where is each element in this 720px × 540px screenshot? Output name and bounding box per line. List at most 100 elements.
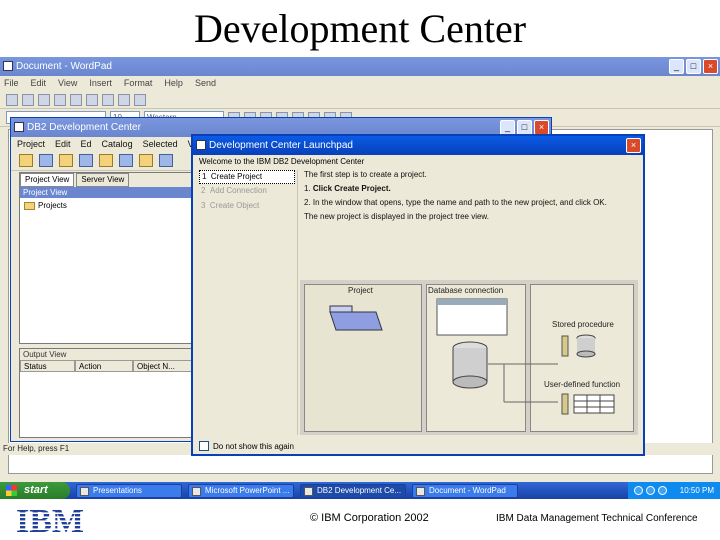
step-create-object[interactable]: 3 Create Object: [199, 200, 295, 214]
close-button[interactable]: ×: [534, 120, 549, 135]
copyright-text: © IBM Corporation 2002: [310, 512, 429, 524]
menu-catalog[interactable]: Catalog: [102, 137, 133, 151]
powerpoint-icon: [192, 486, 201, 496]
instruction-1-text: Click Create Project.: [312, 184, 391, 193]
ibm-logo-text: IBM: [16, 503, 84, 536]
database-cylinder-icon: [452, 341, 488, 389]
output-pane: Output View Status Action Object N...: [19, 348, 194, 438]
screenshot: Document - WordPad _ □ × File Edit View …: [0, 57, 720, 499]
wordpad-titlebar[interactable]: Document - WordPad _ □ ×: [0, 57, 720, 76]
step-label: Add Connection: [209, 186, 267, 195]
launchpad-titlebar[interactable]: Development Center Launchpad ×: [193, 136, 643, 155]
step-number: 2: [201, 186, 206, 195]
ibm-logo: IBM: [16, 503, 84, 536]
database-icon[interactable]: [39, 154, 53, 167]
step-create-project[interactable]: 1 Create Project: [199, 170, 295, 184]
settings-icon[interactable]: [139, 154, 153, 167]
intro-text: The first step is to create a project.: [304, 170, 427, 179]
close-button[interactable]: ×: [703, 59, 718, 74]
slide-title: Development Center: [193, 6, 527, 51]
close-button[interactable]: ×: [626, 138, 641, 153]
open-folder-icon[interactable]: [59, 154, 73, 167]
new-project-icon[interactable]: [19, 154, 33, 167]
folder-icon: [80, 486, 89, 496]
minimize-button[interactable]: _: [669, 59, 684, 74]
column-object-name[interactable]: Object N...: [133, 360, 193, 372]
window-icon: [436, 298, 508, 336]
step-add-connection[interactable]: 2 Add Connection: [199, 185, 295, 199]
menu-edit[interactable]: Edit: [55, 137, 71, 151]
tray-app-icon[interactable]: [658, 486, 667, 495]
tree-item-label: Projects: [38, 201, 67, 210]
task-label: Microsoft PowerPoint ...: [205, 485, 290, 495]
menu-insert[interactable]: Insert: [89, 76, 112, 91]
pane-header: Project View: [20, 187, 193, 198]
menu-selected[interactable]: Selected: [143, 137, 178, 151]
wordpad-menubar: File Edit View Insert Format Help Send: [0, 76, 720, 91]
minimize-button[interactable]: _: [500, 120, 515, 135]
instruction-2: 2. In the window that opens, type the na…: [304, 198, 607, 207]
launchpad-title: Development Center Launchpad: [209, 140, 353, 151]
menu-send[interactable]: Send: [195, 76, 216, 91]
connection-label: Database connection: [428, 286, 504, 295]
maximize-button[interactable]: □: [686, 59, 701, 74]
menu-ed[interactable]: Ed: [81, 137, 92, 151]
step-number: 1: [202, 172, 207, 181]
task-powerpoint[interactable]: Microsoft PowerPoint ...: [188, 483, 294, 498]
project-label: Project: [348, 286, 373, 295]
menu-edit[interactable]: Edit: [31, 76, 47, 91]
stored-procedure-icon: [561, 334, 596, 358]
clock[interactable]: 10:50 PM: [680, 486, 714, 495]
new-icon[interactable]: [6, 93, 18, 106]
step-label: Create Project: [210, 172, 263, 181]
task-devcenter[interactable]: DB2 Development Ce...: [300, 483, 406, 498]
task-label: Presentations: [93, 485, 142, 495]
maximize-button[interactable]: □: [517, 120, 532, 135]
devcenter-icon: [304, 486, 313, 496]
tab-server-view[interactable]: Server View: [76, 173, 130, 187]
menu-project[interactable]: Project: [17, 137, 45, 151]
stored-procedure-label: Stored procedure: [552, 320, 614, 329]
run-icon[interactable]: [99, 154, 113, 167]
project-folder-icon: [329, 305, 383, 331]
connector-lines: [488, 363, 558, 403]
workflow-diagram: Project Database connection Stored proce…: [300, 280, 638, 435]
windows-logo-icon: [6, 485, 17, 496]
open-icon[interactable]: [22, 93, 34, 106]
task-label: Document - WordPad: [429, 485, 506, 495]
tab-project-view[interactable]: Project View: [20, 173, 75, 187]
volume-icon[interactable]: [646, 486, 655, 495]
menu-file[interactable]: File: [4, 76, 19, 91]
save-icon[interactable]: [38, 93, 50, 106]
undo-icon[interactable]: [134, 93, 146, 106]
start-button[interactable]: start: [0, 482, 70, 499]
column-action[interactable]: Action: [75, 360, 133, 372]
launchpad-app-icon: [196, 140, 206, 150]
network-icon[interactable]: [634, 486, 643, 495]
task-presentations[interactable]: Presentations: [76, 483, 182, 498]
devcenter-title: DB2 Development Center: [27, 122, 141, 133]
menu-view[interactable]: View: [58, 76, 77, 91]
grid-icon[interactable]: [79, 154, 93, 167]
task-wordpad[interactable]: Document - WordPad: [412, 483, 518, 498]
cut-icon[interactable]: [86, 93, 98, 106]
step-number: 3: [201, 201, 206, 210]
project-pane: Project View Server View Project View Pr…: [19, 172, 194, 344]
print-icon[interactable]: [54, 93, 66, 106]
column-status[interactable]: Status: [20, 360, 75, 372]
taskbar: start Presentations Microsoft PowerPoint…: [0, 482, 720, 499]
step-content: The first step is to create a project. 1…: [297, 170, 639, 435]
paste-icon[interactable]: [118, 93, 130, 106]
menu-help[interactable]: Help: [164, 76, 183, 91]
conference-text: IBM Data Management Technical Conference: [496, 513, 698, 524]
tree-item-projects[interactable]: Projects: [24, 201, 193, 210]
udf-table-icon: [561, 393, 615, 415]
build-icon[interactable]: [119, 154, 133, 167]
help-icon[interactable]: [159, 154, 173, 167]
copy-icon[interactable]: [102, 93, 114, 106]
launchpad-dialog: Development Center Launchpad × Welcome t…: [191, 134, 645, 456]
find-icon[interactable]: [70, 93, 82, 106]
step-list: 1 Create Project 2 Add Connection 3 Crea…: [199, 170, 295, 435]
menu-format[interactable]: Format: [124, 76, 153, 91]
dont-show-checkbox[interactable]: [199, 441, 209, 451]
